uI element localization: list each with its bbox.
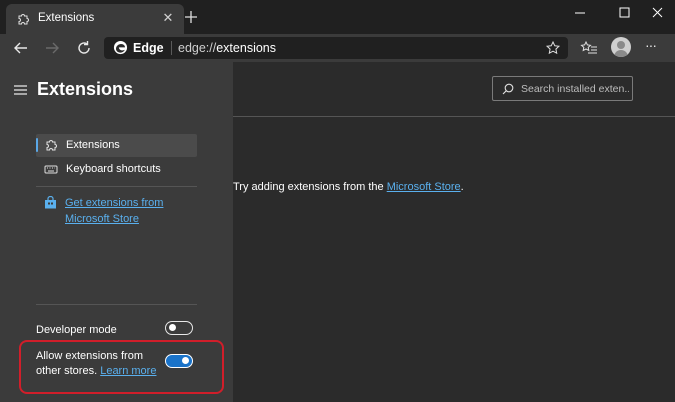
puzzle-icon (46, 140, 57, 151)
toggle-knob (182, 357, 189, 364)
browser-toolbar: Edge edge://extensions ··· (0, 34, 675, 62)
tab-strip: Extensions ✕ (0, 0, 675, 34)
new-tab-icon[interactable] (183, 9, 199, 25)
refresh-icon[interactable] (74, 38, 94, 58)
url-host: extensions (216, 41, 276, 55)
extensions-main: Try adding extensions from the Microsoft… (233, 62, 675, 402)
keyboard-icon (44, 165, 58, 174)
empty-state-text: Try adding extensions from the (233, 181, 384, 193)
tab-extensions[interactable]: Extensions ✕ (6, 4, 184, 34)
sidebar-divider (36, 304, 197, 305)
selected-indicator (36, 138, 38, 152)
sidebar-divider (36, 186, 197, 187)
nav-item-extensions[interactable]: Extensions (36, 134, 197, 157)
learn-more-link[interactable]: Learn more (100, 365, 156, 377)
forward-arrow-icon[interactable] (42, 38, 62, 58)
nav-item-label: Extensions (66, 139, 120, 151)
url-scheme: edge:// (178, 41, 217, 55)
extensions-sidebar: Extensions Extensions Keyboard shortcuts… (0, 62, 233, 402)
tab-title: Extensions (38, 12, 95, 24)
favorites-list-icon[interactable] (579, 38, 599, 58)
minimize-icon[interactable] (566, 4, 594, 22)
content-divider (233, 116, 675, 117)
address-bar[interactable]: Edge edge://extensions (104, 37, 568, 59)
search-input[interactable] (521, 80, 629, 97)
edge-logo-icon (113, 40, 128, 55)
search-box[interactable] (492, 76, 633, 101)
url-text[interactable]: edge://extensions (178, 41, 276, 55)
nav-item-keyboard-shortcuts[interactable]: Keyboard shortcuts (36, 158, 197, 181)
empty-state-period: . (460, 181, 464, 193)
profile-avatar[interactable] (611, 37, 631, 57)
puzzle-icon (18, 14, 29, 25)
back-arrow-icon[interactable] (11, 38, 31, 58)
maximize-icon[interactable] (610, 4, 638, 22)
close-tab-icon[interactable]: ✕ (160, 10, 176, 26)
toggle-knob (169, 324, 176, 331)
omnibox-divider (171, 41, 172, 55)
microsoft-store-link[interactable]: Microsoft Store (387, 181, 461, 193)
page-title: Extensions (37, 79, 134, 99)
store-bag-icon (45, 196, 56, 209)
more-menu-icon[interactable]: ··· (645, 37, 665, 57)
developer-mode-label: Developer mode (36, 324, 117, 336)
avatar-body (614, 50, 628, 57)
allow-other-stores-toggle[interactable] (165, 354, 193, 368)
allow-other-stores-label: Allow extensions from other stores. Lear… (36, 349, 166, 379)
empty-state-message: Try adding extensions from the Microsoft… (233, 181, 464, 193)
get-extensions-link[interactable]: Get extensions from Microsoft Store (65, 195, 185, 227)
search-icon (502, 83, 514, 95)
favorite-star-icon[interactable] (545, 40, 561, 56)
developer-mode-toggle[interactable] (165, 321, 193, 335)
window-close-icon[interactable] (644, 4, 672, 22)
browser-brand-label: Edge (133, 41, 164, 55)
hamburger-menu-icon[interactable] (14, 85, 27, 95)
nav-item-label: Keyboard shortcuts (66, 163, 161, 175)
avatar-head (617, 41, 625, 49)
